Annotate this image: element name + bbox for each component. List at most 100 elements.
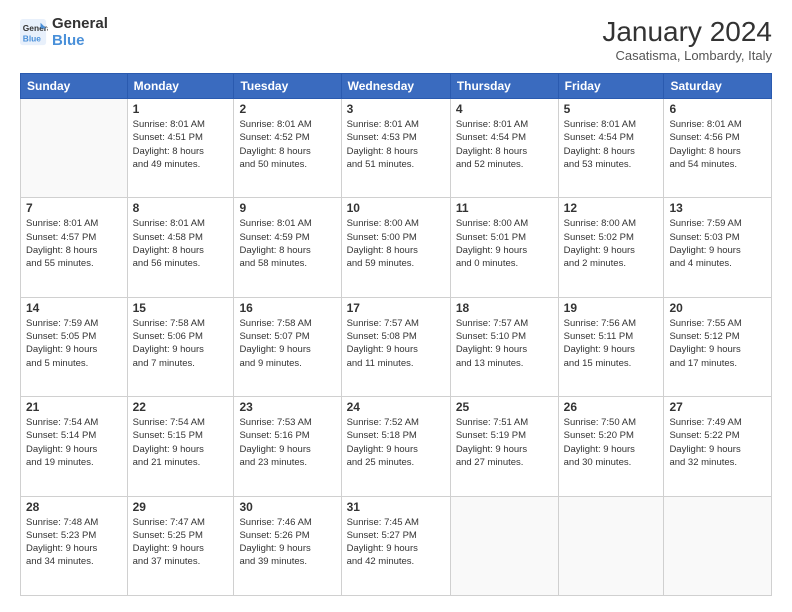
day-info: Sunrise: 7:57 AMSunset: 5:08 PMDaylight:… xyxy=(347,317,445,370)
day-number: 17 xyxy=(347,301,445,315)
day-info: Sunrise: 7:54 AMSunset: 5:15 PMDaylight:… xyxy=(133,416,229,469)
calendar-cell xyxy=(450,496,558,595)
day-number: 21 xyxy=(26,400,122,414)
calendar-cell: 25 Sunrise: 7:51 AMSunset: 5:19 PMDayligh… xyxy=(450,397,558,496)
day-number: 1 xyxy=(133,102,229,116)
calendar-cell: 22Sunrise: 7:54 AMSunset: 5:15 PMDayligh… xyxy=(127,397,234,496)
day-number: 8 xyxy=(133,201,229,215)
calendar-cell xyxy=(21,99,128,198)
day-info: Sunrise: 8:01 AMSunset: 4:56 PMDaylight:… xyxy=(669,118,766,171)
day-number: 30 xyxy=(239,500,335,514)
day-info: Sunrise: 8:00 AMSunset: 5:00 PMDaylight:… xyxy=(347,217,445,270)
header-sunday: Sunday xyxy=(21,74,128,99)
calendar-week-3: 14 Sunrise: 7:59 AMSunset: 5:05 PMDayligh… xyxy=(21,297,772,396)
month-year: January 2024 xyxy=(602,16,772,48)
day-number: 7 xyxy=(26,201,122,215)
location: Casatisma, Lombardy, Italy xyxy=(602,48,772,63)
day-number: 10 xyxy=(347,201,445,215)
day-info: Sunrise: 8:01 AMSunset: 4:52 PMDaylight:… xyxy=(239,118,335,171)
calendar-cell: 18Sunrise: 7:57 AMSunset: 5:10 PMDayligh… xyxy=(450,297,558,396)
page: General Blue General Blue January 2024 C… xyxy=(0,0,792,612)
logo-line1: General xyxy=(52,16,108,33)
calendar-cell: 13Sunrise: 7:59 AMSunset: 5:03 PMDayligh… xyxy=(664,198,772,297)
day-number: 16 xyxy=(239,301,335,315)
day-number: 19 xyxy=(564,301,659,315)
header-tuesday: Tuesday xyxy=(234,74,341,99)
day-info: Sunrise: 7:45 AMSunset: 5:27 PMDaylight:… xyxy=(347,516,445,569)
header-thursday: Thursday xyxy=(450,74,558,99)
day-info: Sunrise: 7:56 AMSunset: 5:11 PMDaylight:… xyxy=(564,317,659,370)
calendar-cell: 29Sunrise: 7:47 AMSunset: 5:25 PMDayligh… xyxy=(127,496,234,595)
calendar-cell: 6 Sunrise: 8:01 AMSunset: 4:56 PMDaylight… xyxy=(664,99,772,198)
day-info: Sunrise: 7:58 AMSunset: 5:06 PMDaylight:… xyxy=(133,317,229,370)
calendar-cell: 3Sunrise: 8:01 AMSunset: 4:53 PMDaylight… xyxy=(341,99,450,198)
day-number: 14 xyxy=(26,301,122,315)
calendar-cell: 8 Sunrise: 8:01 AMSunset: 4:58 PMDaylight… xyxy=(127,198,234,297)
calendar-cell: 31 Sunrise: 7:45 AMSunset: 5:27 PMDayligh… xyxy=(341,496,450,595)
day-info: Sunrise: 7:47 AMSunset: 5:25 PMDaylight:… xyxy=(133,516,229,569)
calendar-cell: 16Sunrise: 7:58 AMSunset: 5:07 PMDayligh… xyxy=(234,297,341,396)
day-number: 15 xyxy=(133,301,229,315)
day-number: 25 xyxy=(456,400,553,414)
calendar-cell xyxy=(664,496,772,595)
day-info: Sunrise: 7:55 AMSunset: 5:12 PMDaylight:… xyxy=(669,317,766,370)
calendar-week-2: 7 Sunrise: 8:01 AMSunset: 4:57 PMDaylight… xyxy=(21,198,772,297)
day-number: 6 xyxy=(669,102,766,116)
calendar-cell: 24 Sunrise: 7:52 AMSunset: 5:18 PMDayligh… xyxy=(341,397,450,496)
day-number: 2 xyxy=(239,102,335,116)
logo: General Blue General Blue xyxy=(20,16,108,49)
calendar-cell: 21 Sunrise: 7:54 AMSunset: 5:14 PMDayligh… xyxy=(21,397,128,496)
day-info: Sunrise: 8:01 AMSunset: 4:54 PMDaylight:… xyxy=(456,118,553,171)
day-info: Sunrise: 7:54 AMSunset: 5:14 PMDaylight:… xyxy=(26,416,122,469)
svg-text:Blue: Blue xyxy=(23,33,41,43)
header: General Blue General Blue January 2024 C… xyxy=(20,16,772,63)
calendar-week-1: 1 Sunrise: 8:01 AMSunset: 4:51 PMDaylight… xyxy=(21,99,772,198)
day-header-row: Sunday Monday Tuesday Wednesday Thursday… xyxy=(21,74,772,99)
calendar-cell: 27 Sunrise: 7:49 AMSunset: 5:22 PMDayligh… xyxy=(664,397,772,496)
calendar-cell: 2 Sunrise: 8:01 AMSunset: 4:52 PMDaylight… xyxy=(234,99,341,198)
day-info: Sunrise: 8:00 AMSunset: 5:02 PMDaylight:… xyxy=(564,217,659,270)
calendar-cell: 20Sunrise: 7:55 AMSunset: 5:12 PMDayligh… xyxy=(664,297,772,396)
calendar-cell: 15 Sunrise: 7:58 AMSunset: 5:06 PMDayligh… xyxy=(127,297,234,396)
calendar-cell: 30Sunrise: 7:46 AMSunset: 5:26 PMDayligh… xyxy=(234,496,341,595)
day-info: Sunrise: 7:59 AMSunset: 5:05 PMDaylight:… xyxy=(26,317,122,370)
day-info: Sunrise: 8:01 AMSunset: 4:54 PMDaylight:… xyxy=(564,118,659,171)
calendar-cell: 7 Sunrise: 8:01 AMSunset: 4:57 PMDaylight… xyxy=(21,198,128,297)
calendar-cell: 10 Sunrise: 8:00 AMSunset: 5:00 PMDayligh… xyxy=(341,198,450,297)
calendar-week-5: 28Sunrise: 7:48 AMSunset: 5:23 PMDayligh… xyxy=(21,496,772,595)
header-monday: Monday xyxy=(127,74,234,99)
day-number: 13 xyxy=(669,201,766,215)
header-friday: Friday xyxy=(558,74,664,99)
day-info: Sunrise: 8:00 AMSunset: 5:01 PMDaylight:… xyxy=(456,217,553,270)
day-info: Sunrise: 7:48 AMSunset: 5:23 PMDaylight:… xyxy=(26,516,122,569)
day-number: 23 xyxy=(239,400,335,414)
day-number: 24 xyxy=(347,400,445,414)
day-info: Sunrise: 7:49 AMSunset: 5:22 PMDaylight:… xyxy=(669,416,766,469)
day-info: Sunrise: 7:53 AMSunset: 5:16 PMDaylight:… xyxy=(239,416,335,469)
day-number: 12 xyxy=(564,201,659,215)
day-info: Sunrise: 7:52 AMSunset: 5:18 PMDaylight:… xyxy=(347,416,445,469)
day-info: Sunrise: 8:01 AMSunset: 4:57 PMDaylight:… xyxy=(26,217,122,270)
calendar-cell: 17 Sunrise: 7:57 AMSunset: 5:08 PMDayligh… xyxy=(341,297,450,396)
day-info: Sunrise: 8:01 AMSunset: 4:58 PMDaylight:… xyxy=(133,217,229,270)
calendar-cell xyxy=(558,496,664,595)
day-number: 31 xyxy=(347,500,445,514)
day-number: 27 xyxy=(669,400,766,414)
day-info: Sunrise: 7:51 AMSunset: 5:19 PMDaylight:… xyxy=(456,416,553,469)
header-saturday: Saturday xyxy=(664,74,772,99)
calendar-table: Sunday Monday Tuesday Wednesday Thursday… xyxy=(20,73,772,596)
logo-icon: General Blue xyxy=(20,19,48,47)
calendar-header: Sunday Monday Tuesday Wednesday Thursday… xyxy=(21,74,772,99)
calendar-cell: 23 Sunrise: 7:53 AMSunset: 5:16 PMDayligh… xyxy=(234,397,341,496)
day-info: Sunrise: 8:01 AMSunset: 4:53 PMDaylight:… xyxy=(347,118,445,171)
calendar-week-4: 21 Sunrise: 7:54 AMSunset: 5:14 PMDayligh… xyxy=(21,397,772,496)
calendar-cell: 12 Sunrise: 8:00 AMSunset: 5:02 PMDayligh… xyxy=(558,198,664,297)
calendar-cell: 26Sunrise: 7:50 AMSunset: 5:20 PMDayligh… xyxy=(558,397,664,496)
day-info: Sunrise: 8:01 AMSunset: 4:59 PMDaylight:… xyxy=(239,217,335,270)
calendar-cell: 5Sunrise: 8:01 AMSunset: 4:54 PMDaylight… xyxy=(558,99,664,198)
calendar-cell: 14 Sunrise: 7:59 AMSunset: 5:05 PMDayligh… xyxy=(21,297,128,396)
day-number: 4 xyxy=(456,102,553,116)
logo-line2: Blue xyxy=(52,33,108,50)
day-info: Sunrise: 8:01 AMSunset: 4:51 PMDaylight:… xyxy=(133,118,229,171)
calendar-cell: 1 Sunrise: 8:01 AMSunset: 4:51 PMDaylight… xyxy=(127,99,234,198)
